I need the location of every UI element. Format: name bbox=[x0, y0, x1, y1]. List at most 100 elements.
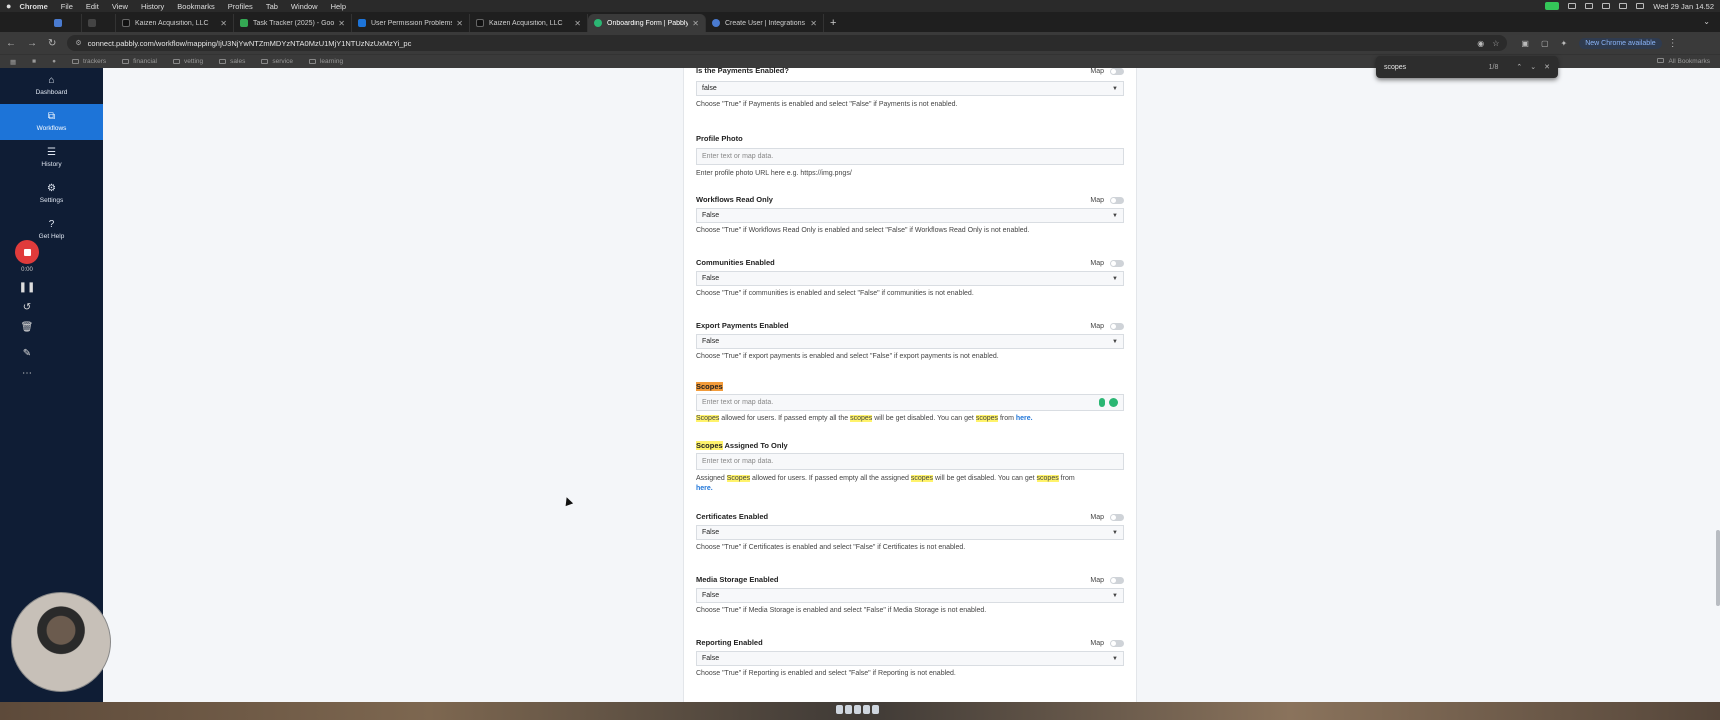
grammarly-icon[interactable] bbox=[1109, 398, 1118, 407]
browser-tab-active[interactable]: Onboarding Form | Pabbly Co✕ bbox=[588, 14, 706, 32]
extension-icon[interactable] bbox=[1099, 398, 1105, 407]
toggle-switch[interactable] bbox=[1110, 197, 1124, 204]
menu-chrome[interactable]: Chrome bbox=[19, 2, 47, 11]
restart-icon[interactable]: ↺ bbox=[23, 303, 31, 313]
trash-icon[interactable]: 🗑 bbox=[21, 323, 34, 333]
all-bookmarks[interactable]: All Bookmarks bbox=[1657, 58, 1710, 65]
browser-tab[interactable]: Create User | Integrations API ✕ bbox=[706, 14, 824, 32]
menu-window[interactable]: Window bbox=[291, 2, 318, 11]
scopes-assigned-input[interactable]: Enter text or map data. bbox=[696, 453, 1124, 470]
payments-select[interactable]: false ▼ bbox=[696, 81, 1124, 96]
workflows-read-only-select[interactable]: False ▼ bbox=[696, 208, 1124, 223]
map-toggle[interactable]: Map bbox=[1090, 640, 1124, 647]
scopes-input[interactable]: Enter text or map data. bbox=[696, 394, 1124, 411]
menu-tab[interactable]: Tab bbox=[266, 2, 278, 11]
apple-icon[interactable]: ● bbox=[6, 1, 11, 11]
bookmark-folder-financial[interactable]: financial bbox=[122, 58, 157, 65]
site-info-icon[interactable]: ⚙ bbox=[75, 39, 81, 47]
extensions-puzzle-icon[interactable]: ✦ bbox=[1561, 39, 1568, 48]
bookmark-folder-sales[interactable]: sales bbox=[219, 58, 245, 65]
chevron-up-icon[interactable]: ⌃ bbox=[1516, 63, 1522, 71]
page-scrollbar[interactable] bbox=[1716, 530, 1720, 606]
dock-app-icon[interactable] bbox=[845, 705, 852, 714]
profile-photo-input[interactable]: Enter text or map data. bbox=[696, 148, 1124, 165]
close-icon[interactable]: ✕ bbox=[456, 19, 463, 28]
pencil-icon[interactable]: ✎ bbox=[23, 349, 31, 359]
dock-app-icon[interactable] bbox=[836, 705, 843, 714]
media-storage-select[interactable]: False ▼ bbox=[696, 588, 1124, 603]
certificates-select[interactable]: False ▼ bbox=[696, 525, 1124, 540]
menu-edit[interactable]: Edit bbox=[86, 2, 99, 11]
bookmark-star-icon[interactable]: ☆ bbox=[1492, 39, 1499, 48]
toggle-switch[interactable] bbox=[1110, 640, 1124, 647]
export-payments-select[interactable]: False ▼ bbox=[696, 334, 1124, 349]
menu-file[interactable]: File bbox=[61, 2, 73, 11]
wifi-icon[interactable] bbox=[1619, 3, 1628, 9]
menu-history[interactable]: History bbox=[141, 2, 164, 11]
stop-recording-button[interactable] bbox=[15, 240, 39, 264]
map-toggle[interactable]: Map bbox=[1090, 323, 1124, 330]
extension-icon[interactable]: ▣ bbox=[1521, 39, 1529, 48]
pause-icon[interactable]: ❚❚ bbox=[19, 283, 36, 293]
address-bar[interactable]: ⚙ connect.pabbly.com/workflow/mapping/Ij… bbox=[67, 35, 1508, 51]
browser-tab[interactable]: Kaizen Acquisition, LLC ✕ bbox=[116, 14, 234, 32]
more-icon[interactable]: ⋯ bbox=[22, 369, 32, 379]
browser-tab[interactable] bbox=[82, 14, 116, 32]
new-tab-button[interactable]: + bbox=[830, 17, 836, 29]
toggle-switch[interactable] bbox=[1110, 260, 1124, 267]
extension-icon[interactable]: ◉ bbox=[1477, 39, 1484, 48]
chevron-down-icon[interactable]: ⌄ bbox=[1530, 63, 1536, 71]
facetime-icon[interactable] bbox=[1545, 2, 1560, 10]
menu-view[interactable]: View bbox=[112, 2, 128, 11]
sidebar-item-history[interactable]: ☰ History bbox=[0, 140, 103, 176]
close-icon[interactable]: ✕ bbox=[810, 19, 817, 28]
browser-tab[interactable]: User Permission Problems | ✕ bbox=[352, 14, 470, 32]
toggle-switch[interactable] bbox=[1110, 514, 1124, 521]
apps-icon[interactable]: ▦ bbox=[10, 58, 16, 66]
battery-icon[interactable] bbox=[1636, 3, 1645, 9]
close-icon[interactable]: ✕ bbox=[1544, 63, 1550, 71]
sidebar-item-settings[interactable]: ⚙ Settings bbox=[0, 176, 103, 212]
close-icon[interactable]: ✕ bbox=[338, 19, 345, 28]
browser-tab[interactable]: Task Tracker (2025) - Google✕ bbox=[234, 14, 352, 32]
menu-bookmarks[interactable]: Bookmarks bbox=[177, 2, 215, 11]
menu-help[interactable]: Help bbox=[331, 2, 346, 11]
communities-select[interactable]: False ▼ bbox=[696, 271, 1124, 286]
bookmark-folder-vetting[interactable]: vetting bbox=[173, 58, 203, 65]
sidebar-item-dashboard[interactable]: ⌂ Dashboard bbox=[0, 68, 103, 104]
browser-tab[interactable] bbox=[48, 14, 82, 32]
status-icon[interactable] bbox=[1602, 3, 1611, 9]
bookmark-icon[interactable]: ■ bbox=[32, 58, 36, 65]
extension-icon[interactable]: ▢ bbox=[1541, 39, 1549, 48]
close-icon[interactable]: ✕ bbox=[220, 19, 227, 28]
dock-app-icon[interactable] bbox=[872, 705, 879, 714]
close-icon[interactable]: ✕ bbox=[574, 19, 581, 28]
chrome-update-button[interactable]: New Chrome available bbox=[1579, 37, 1662, 49]
scopes-assigned-help-link[interactable]: here. bbox=[696, 485, 713, 492]
more-menu-icon[interactable]: ⋮ bbox=[1668, 38, 1678, 49]
status-icon[interactable] bbox=[1585, 3, 1594, 9]
find-input[interactable]: scopes bbox=[1384, 64, 1489, 71]
bookmark-folder-trackers[interactable]: trackers bbox=[72, 58, 106, 65]
back-icon[interactable]: ← bbox=[6, 38, 16, 49]
webcam-bubble[interactable] bbox=[11, 592, 111, 692]
tab-search-icon[interactable]: ⌄ bbox=[1703, 17, 1710, 26]
map-toggle[interactable]: Map bbox=[1090, 260, 1124, 267]
scopes-help-link[interactable]: here. bbox=[1016, 415, 1033, 422]
bookmark-folder-service[interactable]: service bbox=[261, 58, 293, 65]
toggle-switch[interactable] bbox=[1110, 68, 1124, 75]
bookmark-icon[interactable]: ● bbox=[52, 58, 56, 65]
browser-tab[interactable]: Kaizen Acquisition, LLC ✕ bbox=[470, 14, 588, 32]
reload-icon[interactable]: ↻ bbox=[48, 38, 56, 49]
status-icon[interactable] bbox=[1568, 3, 1577, 9]
toggle-switch[interactable] bbox=[1110, 577, 1124, 584]
map-toggle[interactable]: Map bbox=[1090, 197, 1124, 204]
close-icon[interactable]: ✕ bbox=[692, 19, 699, 28]
bookmark-folder-learning[interactable]: learning bbox=[308, 58, 343, 65]
toggle-switch[interactable] bbox=[1110, 323, 1124, 330]
clock[interactable]: Wed 29 Jan 14.52 bbox=[1653, 2, 1714, 11]
sidebar-item-workflows[interactable]: ⧉ Workflows bbox=[0, 104, 103, 140]
map-toggle[interactable]: Map bbox=[1090, 577, 1124, 584]
menu-profiles[interactable]: Profiles bbox=[228, 2, 253, 11]
reporting-select[interactable]: False ▼ bbox=[696, 651, 1124, 666]
